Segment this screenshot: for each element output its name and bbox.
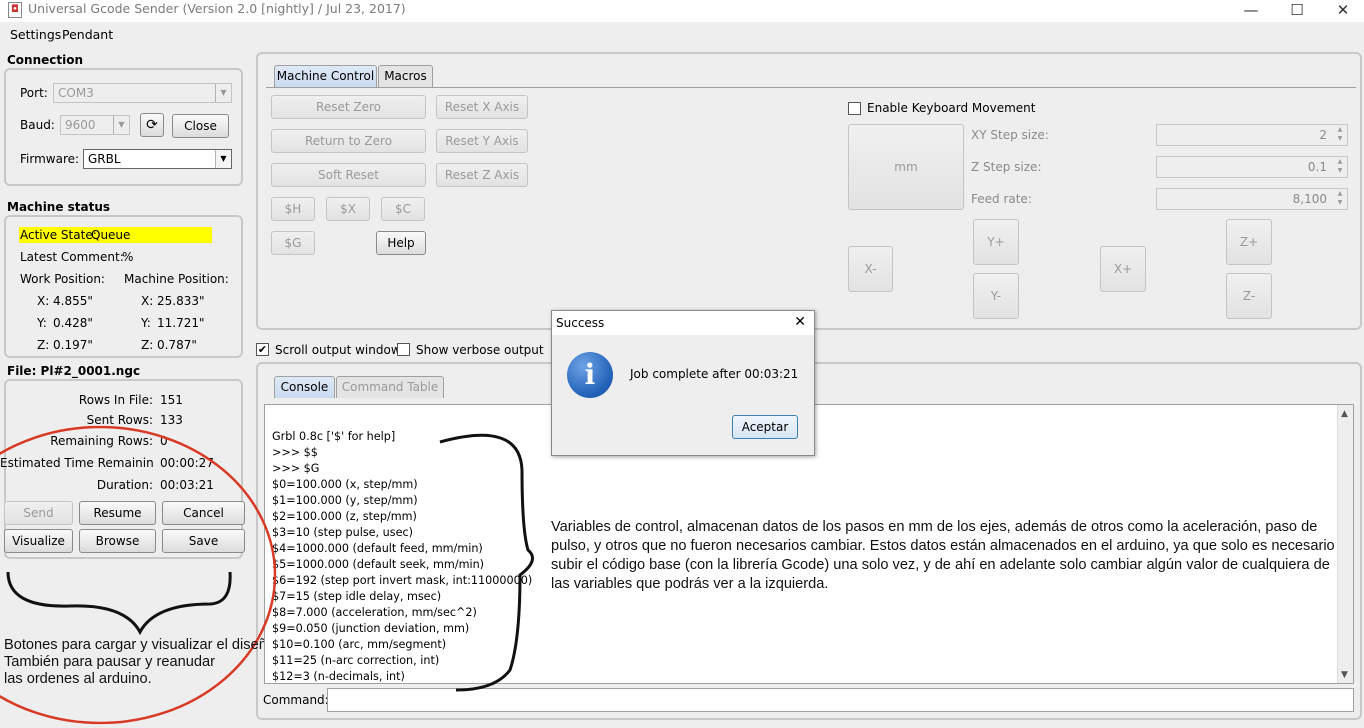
annotation-note-left-line: las ordenes al arduino. xyxy=(4,671,152,687)
dialog-title: Success xyxy=(556,316,605,330)
annotation-note-left-line: También para pausar y reanudar xyxy=(4,654,215,670)
annotation-brace-left xyxy=(6,571,232,636)
annotation-note-left-line: Botones para cargar y visualizar el dise… xyxy=(4,637,264,653)
info-icon: i xyxy=(567,352,613,398)
dialog-message: Job complete after 00:03:21 xyxy=(630,367,799,381)
dialog-title-bar: Success ✕ xyxy=(552,311,814,335)
dialog-close-icon[interactable]: ✕ xyxy=(794,314,806,330)
accept-button[interactable]: Aceptar xyxy=(732,415,798,439)
annotation-note-right: Variables de control, almacenan datos de… xyxy=(551,519,1335,592)
annotation-note-left: Botones para cargar y visualizar el dise… xyxy=(4,637,264,688)
annotation-brace-right xyxy=(439,433,534,692)
success-dialog: Success ✕ i Job complete after 00:03:21 … xyxy=(551,310,815,456)
